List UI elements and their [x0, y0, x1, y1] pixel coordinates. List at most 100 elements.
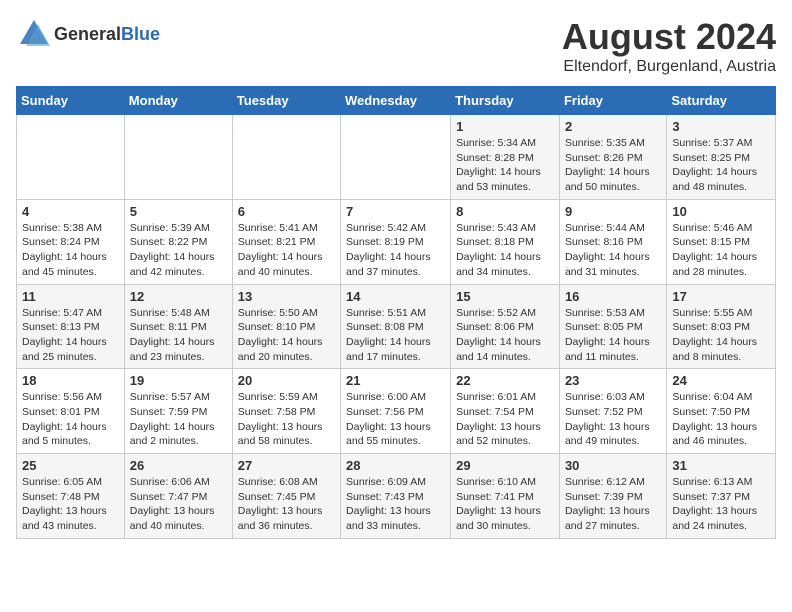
day-number: 13	[238, 289, 335, 304]
day-info: Sunrise: 5:43 AM Sunset: 8:18 PM Dayligh…	[456, 221, 554, 280]
calendar-cell: 26 Sunrise: 6:06 AM Sunset: 7:47 PM Dayli…	[124, 454, 232, 539]
day-info: Sunrise: 5:38 AM Sunset: 8:24 PM Dayligh…	[22, 221, 119, 280]
location-title: Eltendorf, Burgenland, Austria	[562, 58, 776, 76]
calendar-cell: 1Sunrise: 5:34 AM Sunset: 8:28 PM Daylig…	[451, 115, 560, 200]
month-title: August 2024	[562, 16, 776, 58]
day-number: 4	[22, 204, 119, 219]
day-number: 6	[238, 204, 335, 219]
day-info: Sunrise: 5:46 AM Sunset: 8:15 PM Dayligh…	[672, 221, 770, 280]
calendar-cell: 5Sunrise: 5:39 AM Sunset: 8:22 PM Daylig…	[124, 199, 232, 284]
day-number: 30	[565, 458, 661, 473]
calendar-cell: 11 Sunrise: 5:47 AM Sunset: 8:13 PM Dayli…	[17, 284, 125, 369]
day-number: 14	[346, 289, 445, 304]
day-info: Sunrise: 5:56 AM Sunset: 8:01 PM Dayligh…	[22, 390, 119, 449]
day-number: 12	[130, 289, 227, 304]
calendar-cell: 6 Sunrise: 5:41 AM Sunset: 8:21 PM Daylig…	[232, 199, 340, 284]
calendar-cell	[232, 115, 340, 200]
day-number: 9	[565, 204, 661, 219]
calendar-cell: 13 Sunrise: 5:50 AM Sunset: 8:10 PM Dayli…	[232, 284, 340, 369]
calendar-cell: 31 Sunrise: 6:13 AM Sunset: 7:37 PM Dayli…	[667, 454, 776, 539]
day-number: 18	[22, 373, 119, 388]
calendar-cell: 8 Sunrise: 5:43 AM Sunset: 8:18 PM Daylig…	[451, 199, 560, 284]
calendar-cell: 15Sunrise: 5:52 AM Sunset: 8:06 PM Dayli…	[451, 284, 560, 369]
calendar-cell: 14 Sunrise: 5:51 AM Sunset: 8:08 PM Dayli…	[341, 284, 451, 369]
calendar-cell: 19 Sunrise: 5:57 AM Sunset: 7:59 PM Dayli…	[124, 369, 232, 454]
calendar-cell: 28 Sunrise: 6:09 AM Sunset: 7:43 PM Dayli…	[341, 454, 451, 539]
day-info: Sunrise: 5:47 AM Sunset: 8:13 PM Dayligh…	[22, 306, 119, 365]
calendar-cell: 23 Sunrise: 6:03 AM Sunset: 7:52 PM Dayli…	[559, 369, 666, 454]
header-thursday: Thursday	[451, 87, 560, 115]
day-number: 7	[346, 204, 445, 219]
day-info: Sunrise: 6:09 AM Sunset: 7:43 PM Dayligh…	[346, 475, 445, 534]
day-info: Sunrise: 5:50 AM Sunset: 8:10 PM Dayligh…	[238, 306, 335, 365]
calendar-cell: 9 Sunrise: 5:44 AM Sunset: 8:16 PM Daylig…	[559, 199, 666, 284]
day-number: 25	[22, 458, 119, 473]
calendar-cell: 7 Sunrise: 5:42 AM Sunset: 8:19 PM Daylig…	[341, 199, 451, 284]
day-info: Sunrise: 6:12 AM Sunset: 7:39 PM Dayligh…	[565, 475, 661, 534]
calendar-cell: 17 Sunrise: 5:55 AM Sunset: 8:03 PM Dayli…	[667, 284, 776, 369]
calendar-cell: 29 Sunrise: 6:10 AM Sunset: 7:41 PM Dayli…	[451, 454, 560, 539]
day-info: Sunrise: 6:06 AM Sunset: 7:47 PM Dayligh…	[130, 475, 227, 534]
header-saturday: Saturday	[667, 87, 776, 115]
logo: GeneralBlue	[16, 16, 160, 52]
calendar-cell: 25 Sunrise: 6:05 AM Sunset: 7:48 PM Dayli…	[17, 454, 125, 539]
day-info: Sunrise: 6:01 AM Sunset: 7:54 PM Dayligh…	[456, 390, 554, 449]
day-info: Sunrise: 5:39 AM Sunset: 8:22 PM Dayligh…	[130, 221, 227, 280]
day-info: Sunrise: 5:41 AM Sunset: 8:21 PM Dayligh…	[238, 221, 335, 280]
day-info: Sunrise: 6:13 AM Sunset: 7:37 PM Dayligh…	[672, 475, 770, 534]
header-tuesday: Tuesday	[232, 87, 340, 115]
day-number: 21	[346, 373, 445, 388]
header-wednesday: Wednesday	[341, 87, 451, 115]
day-number: 11	[22, 289, 119, 304]
calendar-cell: 22Sunrise: 6:01 AM Sunset: 7:54 PM Dayli…	[451, 369, 560, 454]
day-info: Sunrise: 5:42 AM Sunset: 8:19 PM Dayligh…	[346, 221, 445, 280]
day-number: 15	[456, 289, 554, 304]
calendar-header-row: SundayMondayTuesdayWednesdayThursdayFrid…	[17, 87, 776, 115]
calendar-cell: 27 Sunrise: 6:08 AM Sunset: 7:45 PM Dayli…	[232, 454, 340, 539]
calendar-cell: 4 Sunrise: 5:38 AM Sunset: 8:24 PM Daylig…	[17, 199, 125, 284]
day-number: 3	[672, 119, 770, 134]
day-info: Sunrise: 5:59 AM Sunset: 7:58 PM Dayligh…	[238, 390, 335, 449]
day-info: Sunrise: 6:03 AM Sunset: 7:52 PM Dayligh…	[565, 390, 661, 449]
day-number: 29	[456, 458, 554, 473]
header-monday: Monday	[124, 87, 232, 115]
day-number: 31	[672, 458, 770, 473]
day-info: Sunrise: 5:48 AM Sunset: 8:11 PM Dayligh…	[130, 306, 227, 365]
header-sunday: Sunday	[17, 87, 125, 115]
day-number: 8	[456, 204, 554, 219]
calendar-cell: 24Sunrise: 6:04 AM Sunset: 7:50 PM Dayli…	[667, 369, 776, 454]
logo-icon	[16, 16, 52, 52]
day-number: 1	[456, 119, 554, 134]
day-info: Sunrise: 5:53 AM Sunset: 8:05 PM Dayligh…	[565, 306, 661, 365]
day-number: 28	[346, 458, 445, 473]
day-number: 17	[672, 289, 770, 304]
calendar-week-3: 11 Sunrise: 5:47 AM Sunset: 8:13 PM Dayli…	[17, 284, 776, 369]
day-number: 24	[672, 373, 770, 388]
calendar-cell: 18 Sunrise: 5:56 AM Sunset: 8:01 PM Dayli…	[17, 369, 125, 454]
day-number: 20	[238, 373, 335, 388]
calendar-week-5: 25 Sunrise: 6:05 AM Sunset: 7:48 PM Dayli…	[17, 454, 776, 539]
day-number: 2	[565, 119, 661, 134]
calendar-cell: 30 Sunrise: 6:12 AM Sunset: 7:39 PM Dayli…	[559, 454, 666, 539]
day-info: Sunrise: 5:57 AM Sunset: 7:59 PM Dayligh…	[130, 390, 227, 449]
day-info: Sunrise: 6:05 AM Sunset: 7:48 PM Dayligh…	[22, 475, 119, 534]
day-info: Sunrise: 5:44 AM Sunset: 8:16 PM Dayligh…	[565, 221, 661, 280]
day-info: Sunrise: 6:10 AM Sunset: 7:41 PM Dayligh…	[456, 475, 554, 534]
title-area: August 2024 Eltendorf, Burgenland, Austr…	[562, 16, 776, 76]
calendar-cell	[17, 115, 125, 200]
day-number: 23	[565, 373, 661, 388]
header: GeneralBlue August 2024 Eltendorf, Burge…	[16, 16, 776, 76]
calendar-cell: 20 Sunrise: 5:59 AM Sunset: 7:58 PM Dayli…	[232, 369, 340, 454]
calendar-cell	[341, 115, 451, 200]
day-info: Sunrise: 5:35 AM Sunset: 8:26 PM Dayligh…	[565, 136, 661, 195]
day-number: 26	[130, 458, 227, 473]
day-info: Sunrise: 5:55 AM Sunset: 8:03 PM Dayligh…	[672, 306, 770, 365]
day-info: Sunrise: 6:00 AM Sunset: 7:56 PM Dayligh…	[346, 390, 445, 449]
calendar-cell: 16 Sunrise: 5:53 AM Sunset: 8:05 PM Dayli…	[559, 284, 666, 369]
day-info: Sunrise: 5:51 AM Sunset: 8:08 PM Dayligh…	[346, 306, 445, 365]
day-info: Sunrise: 6:08 AM Sunset: 7:45 PM Dayligh…	[238, 475, 335, 534]
day-number: 19	[130, 373, 227, 388]
day-number: 27	[238, 458, 335, 473]
day-number: 16	[565, 289, 661, 304]
calendar-week-4: 18 Sunrise: 5:56 AM Sunset: 8:01 PM Dayli…	[17, 369, 776, 454]
